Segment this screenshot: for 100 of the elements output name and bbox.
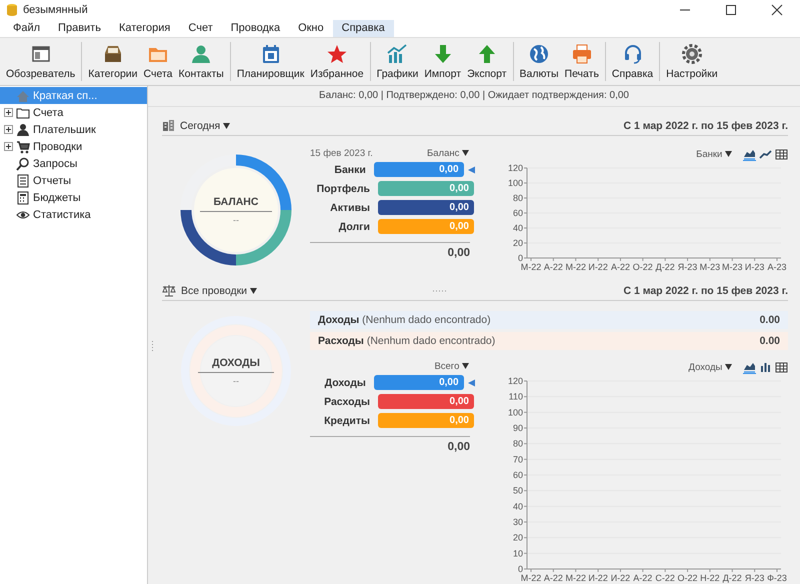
toolbar-button[interactable]: Справка <box>608 42 656 81</box>
tick-label: 90 <box>512 423 523 433</box>
tick-label: А-22 <box>610 262 630 272</box>
tick-label: 80 <box>512 193 523 203</box>
tick-label: О-22 <box>678 573 698 583</box>
splitter-handle-icon[interactable] <box>151 341 154 353</box>
tick-label: Я-23 <box>744 573 764 583</box>
expand-icon[interactable] <box>4 108 13 117</box>
tick-label: 50 <box>512 486 523 496</box>
toolbar-button[interactable]: Избранное <box>307 42 367 81</box>
menu-item[interactable]: Счет <box>179 20 222 37</box>
summary-label: Доходы (Nenhum dado encontrado) <box>318 314 491 326</box>
tick-label: 60 <box>512 470 523 480</box>
tick-label: 20 <box>512 238 523 248</box>
row-label: Доходы <box>324 376 367 388</box>
tick-label: Д-22 <box>656 262 675 272</box>
table-icon[interactable] <box>775 360 788 374</box>
tick-label: А-22 <box>544 262 563 272</box>
sidebar-item[interactable]: Запросы <box>0 155 147 172</box>
toolbar-button[interactable]: Экспорт <box>464 42 510 81</box>
caret-icon <box>462 150 469 156</box>
tick-label: 70 <box>512 454 523 464</box>
toolbar-button[interactable]: Импорт <box>421 42 464 81</box>
tick-label: 40 <box>512 501 523 512</box>
toolbar-button[interactable]: Планировщик <box>234 42 308 81</box>
document-icon <box>16 174 30 188</box>
menu-item[interactable]: Окно <box>289 20 333 37</box>
tick-label: 60 <box>512 208 523 218</box>
line-chart-icon[interactable] <box>759 148 772 160</box>
search-icon <box>16 156 30 170</box>
buildings-icon <box>162 119 175 132</box>
chart-filter-dropdown[interactable]: Банки <box>696 148 732 160</box>
toolbar-button[interactable]: Категории <box>85 42 141 81</box>
tick-label: И-23 <box>744 262 764 272</box>
date-label: 15 фев 2023 г. <box>310 148 373 158</box>
tick-label: 0 <box>518 564 523 574</box>
total-value: 0,00 <box>310 436 470 453</box>
globe-icon <box>528 43 550 65</box>
cart-icon <box>16 140 30 154</box>
period-dropdown[interactable]: Все проводки <box>181 284 257 296</box>
sidebar-item[interactable]: Проводки <box>0 138 147 155</box>
sidebar-item[interactable]: Бюджеты <box>0 189 147 206</box>
sidebar-item[interactable]: Статистика <box>0 206 147 223</box>
row-label: Портфель <box>316 182 371 194</box>
star-icon <box>326 43 348 65</box>
tick-label: Д-22 <box>722 573 742 583</box>
bar-chart-icon[interactable] <box>759 360 772 374</box>
scales-icon <box>162 284 176 297</box>
tick-label: М-23 <box>700 262 720 272</box>
mode-dropdown[interactable]: Баланс <box>427 148 469 158</box>
row-label: Кредиты <box>323 414 371 426</box>
toolbar-button[interactable]: Графики <box>374 42 422 81</box>
expand-icon[interactable] <box>4 142 13 151</box>
tick-label: 30 <box>512 517 523 527</box>
menu-item[interactable]: Справка <box>332 20 394 37</box>
sidebar-item[interactable]: Плательшик <box>0 121 147 138</box>
bar-chart-icon <box>386 43 408 65</box>
tick-label: М-23 <box>722 262 743 272</box>
total-value: 0,00 <box>310 242 470 259</box>
tick-label: М-22 <box>565 573 586 583</box>
value-bar[interactable]: 0,00 <box>378 200 474 215</box>
donut-title: ДОХОДЫ <box>198 357 274 373</box>
menu-item[interactable]: Файл <box>4 20 50 37</box>
sidebar-item[interactable]: Счета <box>0 104 147 121</box>
toolbar-button[interactable]: Счета <box>140 42 176 81</box>
tick-label: 100 <box>508 178 523 188</box>
tick-label: 10 <box>512 548 523 558</box>
caret-icon <box>223 122 230 128</box>
tick-label: Н-22 <box>700 573 720 583</box>
tick-label: А-22 <box>633 573 652 583</box>
tick-label: С-22 <box>655 573 675 583</box>
menu-item[interactable]: Категория <box>110 20 180 37</box>
mode-dropdown[interactable]: Всего <box>434 360 469 372</box>
value-bar[interactable]: 0,00 <box>378 394 474 409</box>
period-dropdown[interactable]: Сегодня <box>180 120 230 132</box>
window-title: безымянный <box>23 4 88 16</box>
summary-value: 0.00 <box>760 335 780 347</box>
tick-label: И-22 <box>588 573 608 583</box>
toolbar-button[interactable]: Обозреватель <box>3 42 78 81</box>
tick-label: А-22 <box>544 573 563 583</box>
expand-icon[interactable] <box>4 125 13 134</box>
menu-item[interactable]: Проводка <box>222 20 290 37</box>
chart-filter-dropdown[interactable]: Доходы <box>688 362 732 372</box>
toolbar-button[interactable]: Печать <box>562 42 602 81</box>
row-label: Банки <box>333 164 367 176</box>
tick-label: А-23 <box>768 262 786 272</box>
tick-label: 80 <box>512 438 523 449</box>
toolbar-button[interactable]: Настройки <box>663 42 721 81</box>
donut-value: -- <box>232 214 239 224</box>
tick-label: Ф-23 <box>767 573 787 583</box>
toolbar-button[interactable]: Контакты <box>175 42 227 81</box>
summary-label: Расходы (Nenhum dado encontrado) <box>318 335 496 347</box>
sidebar-item[interactable]: Отчеты <box>0 172 147 189</box>
table-icon[interactable] <box>775 148 788 160</box>
caret-icon <box>462 362 469 368</box>
menu-item[interactable]: Править <box>49 20 110 37</box>
tick-label: О-22 <box>632 262 653 272</box>
caret-icon <box>250 288 257 294</box>
toolbar-button[interactable]: Валюты <box>516 42 562 81</box>
donut-value: -- <box>233 376 239 386</box>
